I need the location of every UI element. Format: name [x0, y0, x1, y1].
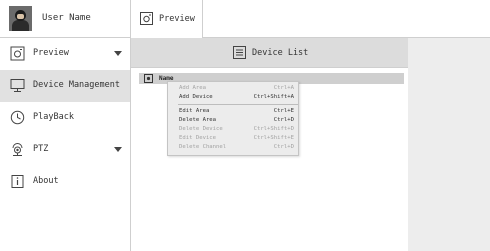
info-icon	[11, 175, 24, 188]
right-panel	[408, 38, 490, 251]
list-icon	[233, 46, 246, 59]
sidebar-item-label: Device Management	[33, 80, 120, 90]
sidebar-item-label: About	[33, 176, 59, 186]
sidebar: Preview Device Management PlayBack PTZ A…	[0, 38, 131, 251]
sidebar-item-label: PTZ	[33, 144, 49, 154]
sidebar-item-label: PlayBack	[33, 112, 74, 122]
tab-preview[interactable]: Preview	[131, 0, 203, 38]
menu-separator	[178, 104, 298, 105]
preview-icon	[140, 12, 153, 25]
menu-item-add-device[interactable]: Add Device Ctrl+Shift+A	[168, 93, 298, 102]
user-name: User Name	[42, 13, 91, 23]
user-header: User Name	[0, 0, 131, 38]
sidebar-item-device-management[interactable]: Device Management	[0, 70, 130, 102]
sidebar-item-playback[interactable]: PlayBack	[0, 102, 130, 134]
menu-item-delete-area[interactable]: Delete Area Ctrl+D	[168, 116, 298, 125]
ptz-camera-icon	[12, 143, 23, 156]
panel-header: Device List	[131, 38, 408, 68]
menu-item-add-area[interactable]: Add Area Ctrl+A	[168, 84, 298, 93]
menu-item-delete-device[interactable]: Delete Device Ctrl+Shift+D	[168, 125, 298, 134]
sidebar-item-about[interactable]: About	[0, 166, 130, 198]
clock-icon	[10, 110, 25, 125]
panel-title: Device List	[252, 48, 309, 58]
chevron-down-icon[interactable]	[114, 147, 122, 152]
menu-item-edit-area[interactable]: Edit Area Ctrl+E	[168, 107, 298, 116]
avatar[interactable]	[9, 6, 32, 31]
sidebar-item-ptz[interactable]: PTZ	[0, 134, 130, 166]
sidebar-item-preview[interactable]: Preview	[0, 38, 130, 70]
chevron-down-icon[interactable]	[114, 51, 122, 56]
monitor-icon	[10, 79, 25, 92]
sidebar-item-label: Preview	[33, 48, 69, 58]
tab-label: Preview	[159, 14, 195, 24]
tab-bar: Preview	[131, 0, 490, 38]
preview-icon	[10, 46, 25, 61]
menu-item-delete-channel[interactable]: Delete Channel Ctrl+D	[168, 143, 298, 152]
context-menu: Add Area Ctrl+A Add Device Ctrl+Shift+A …	[167, 81, 299, 156]
menu-item-edit-device[interactable]: Edit Device Ctrl+Shift+E	[168, 134, 298, 143]
device-group-icon	[144, 74, 153, 83]
